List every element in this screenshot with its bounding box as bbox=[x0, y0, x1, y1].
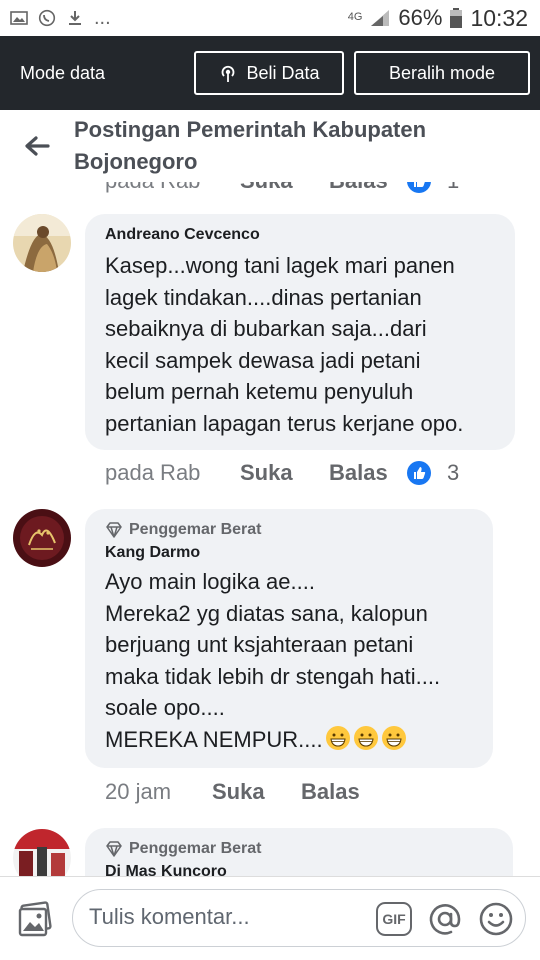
avatar[interactable] bbox=[13, 829, 71, 876]
comment-author[interactable]: Andreano Cevcenco bbox=[105, 226, 495, 244]
comment-author[interactable]: Di Mas Kuncoro bbox=[105, 863, 493, 876]
diamond-icon bbox=[106, 841, 122, 857]
comment-line: Kasep...wong tani lagek mari panen bbox=[105, 253, 455, 278]
comment-meta: 20 jam Suka Balas bbox=[105, 779, 360, 805]
comment-text: Ayo main logika ae.... Mereka2 yg diatas… bbox=[105, 566, 473, 755]
reply-link[interactable]: Balas bbox=[329, 182, 407, 194]
buy-data-label: Beli Data bbox=[246, 62, 320, 83]
reply-link[interactable]: Balas bbox=[301, 779, 360, 805]
status-bar: ... 4G 66% 10:32 bbox=[0, 0, 540, 36]
data-mode-bar: Mode data Beli Data Beralih mode bbox=[0, 36, 540, 110]
comment-line: MEREKA NEMPUR.... bbox=[105, 726, 323, 752]
page-title: Postingan Pemerintah Kabupaten Bojonegor… bbox=[74, 114, 426, 178]
comment-bubble: Penggemar Berat Di Mas Kuncoro bbox=[85, 828, 513, 876]
page-title-line-2: Bojonegoro bbox=[74, 149, 198, 174]
photo-icon[interactable] bbox=[18, 901, 54, 937]
comment-text: Kasep...wong tani lagek mari panen lagek… bbox=[105, 250, 495, 439]
gif-button[interactable]: GIF bbox=[376, 902, 412, 936]
status-bar-left: ... bbox=[10, 7, 111, 30]
top-fan-badge: Penggemar Berat bbox=[105, 840, 493, 858]
comment-line: sebaiknya di bubarkan saja...dari bbox=[105, 316, 427, 341]
comment-line: maka tidak lebih dr stengah hati.... bbox=[105, 663, 441, 689]
avatar[interactable] bbox=[13, 214, 71, 272]
diamond-icon bbox=[106, 522, 122, 538]
more-notifications: ... bbox=[94, 6, 111, 29]
emoji-icon[interactable] bbox=[478, 901, 514, 937]
broadcast-icon bbox=[222, 65, 235, 82]
mode-label: Mode data bbox=[20, 62, 106, 83]
top-fan-label: Penggemar Berat bbox=[129, 840, 262, 857]
grinning-emoji-icon bbox=[325, 725, 350, 750]
like-link[interactable]: Suka bbox=[212, 779, 301, 805]
reply-link[interactable]: Balas bbox=[329, 460, 407, 486]
avatar[interactable] bbox=[13, 509, 71, 567]
back-button[interactable] bbox=[0, 110, 74, 182]
comment-line: berjuang unt ksjahteraan petani bbox=[105, 632, 414, 657]
reaction-count[interactable]: 3 bbox=[447, 460, 459, 486]
comment-input[interactable]: Tulis komentar... GIF bbox=[72, 889, 526, 947]
comment-time[interactable]: 20 jam bbox=[105, 779, 212, 805]
comment-time[interactable]: pada Rab bbox=[105, 460, 240, 486]
switch-mode-label: Beralih mode bbox=[388, 62, 496, 83]
mention-icon[interactable] bbox=[427, 901, 463, 937]
comment-time: pada Rab bbox=[105, 182, 240, 194]
like-link[interactable]: Suka bbox=[240, 460, 329, 486]
page-header: Postingan Pemerintah Kabupaten Bojonegor… bbox=[0, 110, 540, 182]
comment-line: kecil sampek dewasa jadi petani bbox=[105, 347, 421, 373]
comment-last-line: MEREKA NEMPUR.... bbox=[105, 724, 473, 756]
gif-label: GIF bbox=[382, 911, 406, 927]
top-fan-badge: Penggemar Berat bbox=[105, 521, 473, 539]
signal-icon bbox=[371, 10, 390, 26]
comments-list: pada Rab Suka Balas 1 Andreano Cevcenco … bbox=[0, 182, 540, 876]
grinning-emoji-icon bbox=[381, 725, 406, 750]
comment-line: Mereka2 yg diatas sana, kalopun bbox=[105, 600, 428, 626]
comment-author[interactable]: Kang Darmo bbox=[105, 544, 473, 562]
buy-data-button[interactable]: Beli Data bbox=[194, 51, 344, 95]
clock: 10:32 bbox=[470, 4, 528, 31]
like-link[interactable]: Suka bbox=[240, 182, 329, 194]
top-fan-label: Penggemar Berat bbox=[129, 521, 262, 538]
page-title-line-1: Postingan Pemerintah Kabupaten bbox=[74, 117, 427, 142]
like-reaction-icon[interactable] bbox=[407, 461, 431, 485]
back-arrow-icon bbox=[25, 136, 50, 156]
comment-line: lagek tindakan....dinas pertanian bbox=[105, 284, 422, 310]
whatsapp-icon bbox=[38, 9, 56, 27]
comment-bubble: Andreano Cevcenco Kasep...wong tani lage… bbox=[85, 214, 515, 450]
image-icon bbox=[10, 11, 28, 25]
grinning-emoji-icon bbox=[353, 725, 378, 750]
comment-bubble: Penggemar Berat Kang Darmo Ayo main logi… bbox=[85, 509, 493, 768]
download-icon bbox=[69, 11, 81, 25]
comment-line: Ayo main logika ae.... bbox=[105, 569, 315, 594]
reaction-count: 1 bbox=[447, 182, 459, 194]
status-bar-right: 4G 66% 10:32 bbox=[348, 5, 528, 32]
previous-comment-meta: pada Rab Suka Balas 1 bbox=[105, 182, 459, 194]
comment-input-placeholder: Tulis komentar... bbox=[89, 904, 250, 929]
comment-meta: pada Rab Suka Balas 3 bbox=[105, 460, 459, 486]
like-reaction-icon bbox=[407, 182, 431, 193]
battery-icon bbox=[450, 8, 463, 28]
switch-mode-button[interactable]: Beralih mode bbox=[354, 51, 530, 95]
comment-line: pertanian lapagan terus kerjane opo. bbox=[105, 410, 464, 436]
battery-percent: 66% bbox=[398, 5, 443, 30]
comment-line: soale opo.... bbox=[105, 695, 225, 720]
comment-composer: Tulis komentar... GIF bbox=[0, 876, 540, 960]
comment-line: belum pernah ketemu penyuluh bbox=[105, 379, 414, 404]
network-type: 4G bbox=[347, 10, 363, 23]
